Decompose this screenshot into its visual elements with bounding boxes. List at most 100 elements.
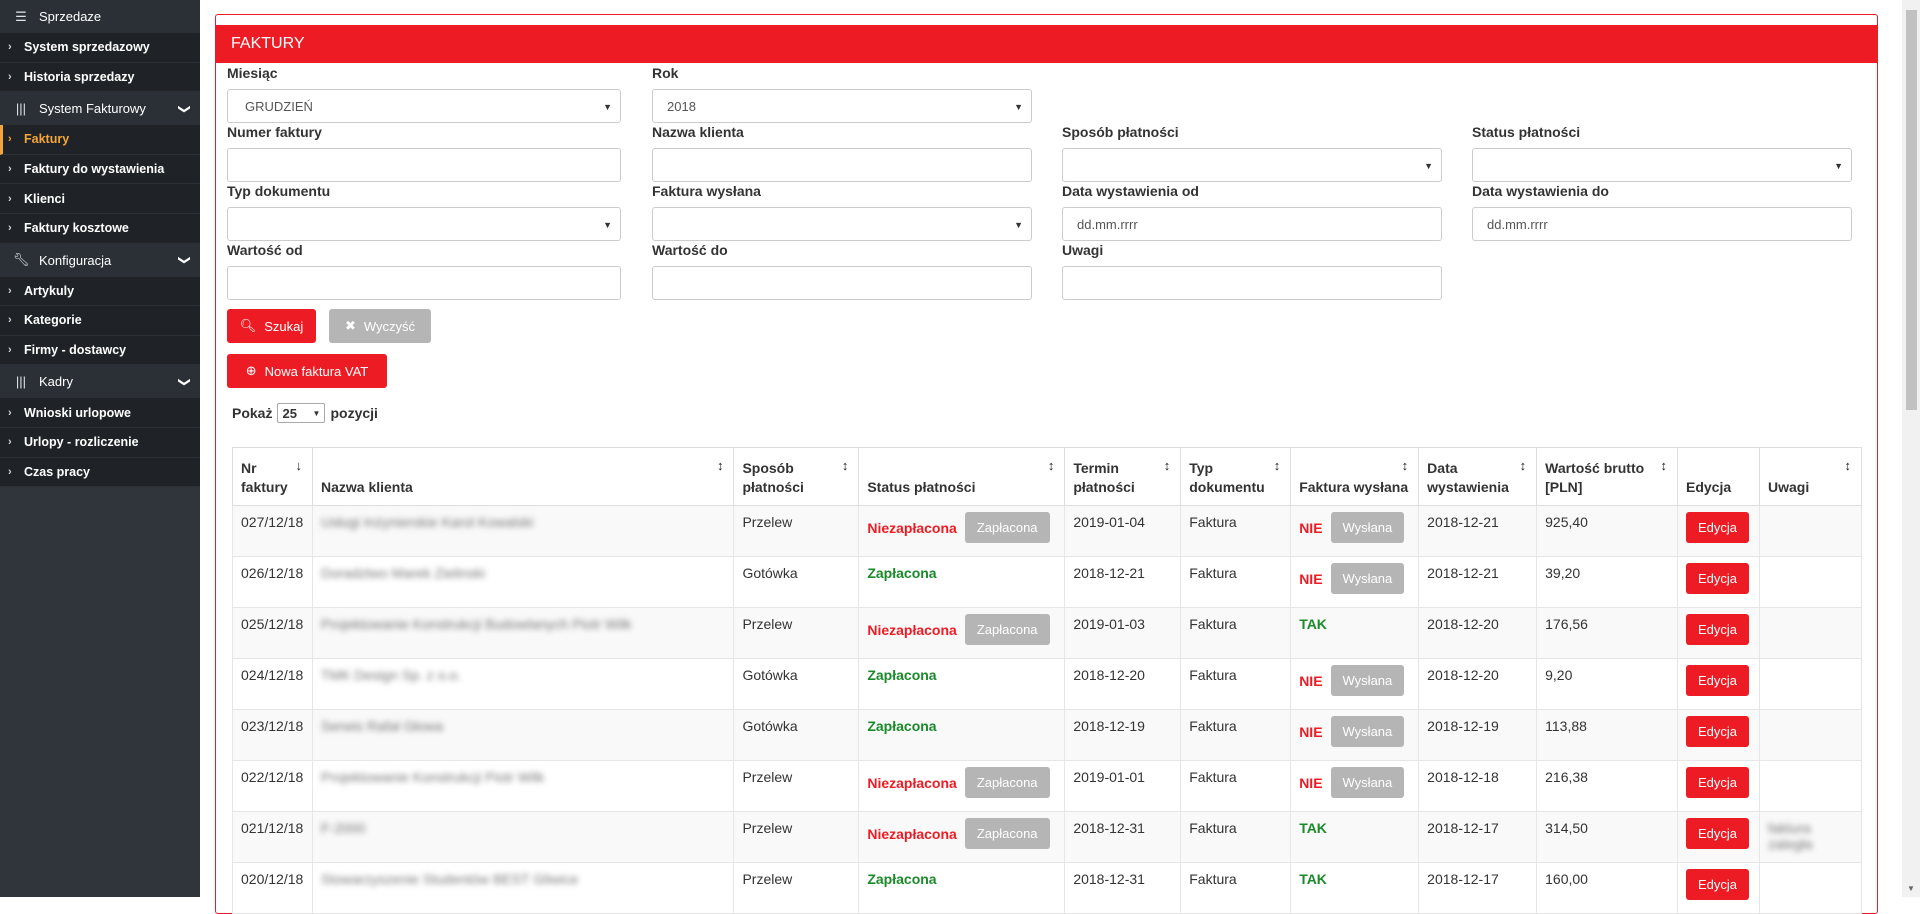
sidebar-item-label: Faktury do wystawienia: [24, 162, 165, 177]
payment-method-select[interactable]: ▼: [1062, 148, 1442, 182]
gross-value-cell: 925,40: [1536, 505, 1678, 557]
sidebar-item[interactable]: › Faktury do wystawienia: [0, 154, 200, 185]
client-name-cell-text: Projektowanie Konstrukcji Piotr Wilk: [320, 769, 545, 785]
payment-status-select[interactable]: ▼: [1472, 148, 1852, 182]
column-header[interactable]: Faktura wysłana ↕: [1290, 447, 1420, 506]
column-header[interactable]: Nr faktury ↓: [232, 447, 313, 506]
edit-button[interactable]: Edycja: [1686, 716, 1750, 747]
sidebar-section-3[interactable]: ||| Kadry ❯: [0, 365, 200, 399]
invoice-sent-select[interactable]: ▼: [652, 207, 1032, 241]
value-from-input[interactable]: [227, 266, 621, 300]
sort-icon[interactable]: ↕: [1520, 456, 1527, 475]
sidebar-item[interactable]: › System sprzedazowy: [0, 33, 200, 63]
sort-icon[interactable]: ↕: [1845, 456, 1852, 475]
sidebar-item[interactable]: › Klienci: [0, 184, 200, 214]
invoice-sent-text: NIE: [1299, 570, 1323, 587]
sort-icon[interactable]: ↕: [1048, 456, 1055, 475]
mark-paid-button[interactable]: Zapłacona: [964, 818, 1050, 849]
column-header[interactable]: Termin płatności ↕: [1064, 447, 1182, 506]
mark-sent-button[interactable]: Wysłana: [1330, 512, 1405, 543]
edit-button[interactable]: Edycja: [1686, 665, 1750, 696]
table-row: 025/12/18 Projektowanie Konstrukcji Budow…: [232, 607, 1863, 659]
document-type-cell-text: Faktura: [1189, 871, 1237, 887]
value-to-input[interactable]: [652, 266, 1032, 300]
clear-button[interactable]: ✖ Wyczyść: [329, 309, 431, 343]
month-select[interactable]: GRUDZIEŃ ▼: [227, 89, 621, 123]
date-from-input[interactable]: dd.mm.rrrr: [1062, 207, 1442, 241]
invoice-number-cell: 027/12/18: [232, 505, 313, 557]
sort-icon[interactable]: ↕: [1661, 456, 1668, 475]
sort-icon[interactable]: ↕: [1164, 456, 1171, 475]
issue-date-cell-text: 2018-12-18: [1427, 769, 1499, 785]
invoice-number-cell: 022/12/18: [232, 760, 313, 812]
mark-sent-button[interactable]: Wysłana: [1330, 716, 1405, 747]
document-type-select[interactable]: ▼: [227, 207, 621, 241]
client-name-cell-text: F-2000: [320, 820, 366, 836]
sort-icon[interactable]: ↕: [1402, 456, 1409, 475]
sidebar-item[interactable]: › Historia sprzedazy: [0, 62, 200, 93]
sidebar-item[interactable]: › Faktury: [0, 125, 200, 155]
chevron-right-icon: ›: [8, 222, 12, 235]
edit-button[interactable]: Edycja: [1686, 563, 1750, 594]
mark-sent-button[interactable]: Wysłana: [1330, 563, 1405, 594]
mark-paid-button[interactable]: Zapłacona: [964, 614, 1050, 645]
invoice-sent-cell: NIE Wysłana: [1290, 709, 1420, 761]
payment-method-cell-text: Gotówka: [742, 565, 798, 581]
list-icon: ☰: [15, 8, 27, 24]
payment-status-cell: Niezapłacona Zapłacona: [858, 607, 1066, 659]
sidebar-item[interactable]: › Artykuly: [0, 276, 200, 307]
column-header[interactable]: Sposób płatności ↕: [733, 447, 860, 506]
year-select[interactable]: 2018 ▼: [652, 89, 1032, 123]
scrollbar-thumb[interactable]: [1906, 10, 1917, 410]
edit-button[interactable]: Edycja: [1686, 512, 1750, 543]
mark-paid-button[interactable]: Zapłacona: [964, 512, 1050, 543]
notes-input[interactable]: [1062, 266, 1442, 300]
date-to-label: Data wystawienia do: [1472, 183, 1609, 199]
mark-paid-button[interactable]: Zapłacona: [964, 767, 1050, 798]
mark-sent-button[interactable]: Wysłana: [1330, 767, 1405, 798]
column-header[interactable]: Uwagi ↕: [1758, 447, 1863, 506]
column-header[interactable]: Status płatności ↕: [858, 447, 1066, 506]
column-header[interactable]: Wartość brutto [PLN] ↕: [1536, 447, 1678, 506]
invoice-number-input[interactable]: [227, 148, 621, 182]
sidebar-item[interactable]: › Faktury kosztowe: [0, 213, 200, 244]
sort-desc-icon[interactable]: ↓: [295, 456, 302, 475]
payment-status-text: Niezapłacona: [867, 774, 957, 791]
sidebar-item[interactable]: › Urlopy - rozliczenie: [0, 427, 200, 458]
new-invoice-button[interactable]: ⊕ Nowa faktura VAT: [227, 354, 387, 388]
sort-icon[interactable]: ↕: [1274, 456, 1281, 475]
sidebar-item[interactable]: › Czas pracy: [0, 457, 200, 488]
sidebar-item[interactable]: › Wnioski urlopowe: [0, 398, 200, 428]
sidebar-section-2[interactable]: 🔧︎ Konfiguracja ❯: [0, 243, 200, 277]
column-header-label: Wartość brutto [PLN]: [1545, 460, 1645, 495]
sidebar-item[interactable]: › Firmy - dostawcy: [0, 335, 200, 366]
column-header[interactable]: Nazwa klienta ↕: [311, 447, 735, 506]
edit-button[interactable]: Edycja: [1686, 818, 1750, 849]
notes-cell: [1758, 862, 1863, 914]
payment-method-cell: Przelew: [733, 811, 860, 863]
column-header[interactable]: Data wystawienia ↕: [1418, 447, 1538, 506]
sidebar-section-0[interactable]: ☰ Sprzedaze: [0, 0, 200, 33]
search-button[interactable]: 🔍︎ Szukaj: [227, 309, 316, 343]
edit-button[interactable]: Edycja: [1686, 869, 1750, 900]
page-scrollbar[interactable]: ▼: [1902, 0, 1920, 897]
due-date-cell-text: 2019-01-04: [1073, 514, 1145, 530]
edit-button[interactable]: Edycja: [1686, 767, 1750, 798]
sort-icon[interactable]: ↕: [717, 456, 724, 475]
chevron-down-icon: ❯: [177, 255, 192, 266]
mark-sent-button[interactable]: Wysłana: [1330, 665, 1405, 696]
due-date-cell-text: 2019-01-01: [1073, 769, 1145, 785]
date-to-input[interactable]: dd.mm.rrrr: [1472, 207, 1852, 241]
sidebar-section-1[interactable]: ||| System Fakturowy ❯: [0, 92, 200, 126]
due-date-cell-text: 2019-01-03: [1073, 616, 1145, 632]
notes-cell: [1758, 709, 1863, 761]
sort-icon[interactable]: ↕: [842, 456, 849, 475]
sidebar-item[interactable]: › Kategorie: [0, 306, 200, 336]
column-header[interactable]: Typ dokumentu ↕: [1180, 447, 1292, 506]
notes-cell: [1758, 760, 1863, 812]
scroll-down-icon[interactable]: ▼: [1907, 884, 1915, 893]
client-name-input[interactable]: [652, 148, 1032, 182]
edit-button[interactable]: Edycja: [1686, 614, 1750, 645]
page-size-select[interactable]: 25 ▼: [277, 403, 326, 423]
client-name-cell-text: Doradztwo Marek Zielinski: [320, 565, 486, 581]
